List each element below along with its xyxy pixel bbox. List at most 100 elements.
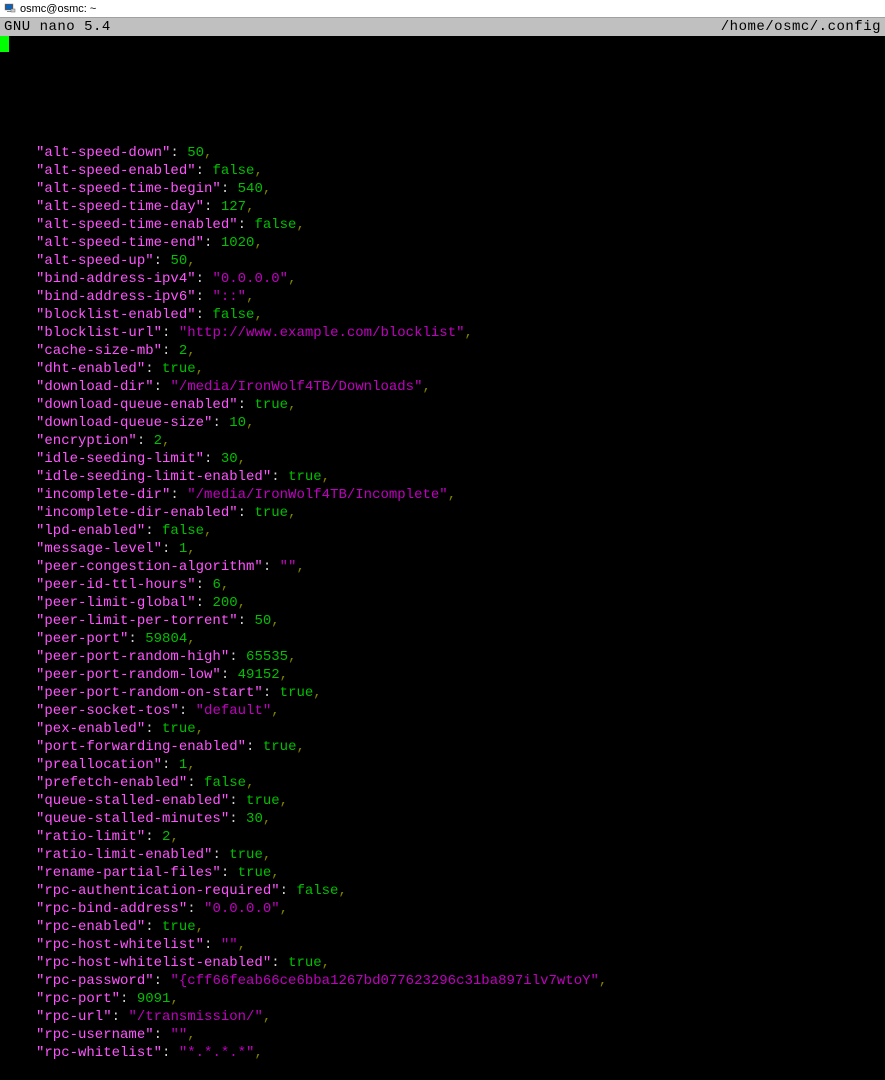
config-key: "ratio-limit" [36,829,145,845]
colon: : [238,613,255,629]
comma: , [254,163,262,179]
colon: : [120,991,137,1007]
config-value: true [254,397,288,413]
config-line: "rpc-host-whitelist-enabled": true, [0,954,885,972]
config-value: 50 [187,145,204,161]
colon: : [112,1009,129,1025]
colon: : [196,289,213,305]
config-line: "peer-port-random-low": 49152, [0,666,885,684]
comma: , [288,649,296,665]
config-value: true [162,721,196,737]
config-line: "alt-speed-time-day": 127, [0,198,885,216]
config-value: "http://www.example.com/blocklist" [179,325,465,341]
config-line: "alt-speed-time-enabled": false, [0,216,885,234]
colon: : [162,325,179,341]
comma: , [246,199,254,215]
config-key: "ratio-limit-enabled" [36,847,212,863]
colon: : [196,577,213,593]
comma: , [187,343,195,359]
comma: , [238,595,246,611]
config-line: "blocklist-enabled": false, [0,306,885,324]
blank-line [0,90,885,108]
comma: , [246,289,254,305]
config-key: "message-level" [36,541,162,557]
config-value: true [162,919,196,935]
config-value: true [246,793,280,809]
config-line: "rpc-authentication-required": false, [0,882,885,900]
config-line: "peer-limit-per-torrent": 50, [0,612,885,630]
config-key: "pex-enabled" [36,721,145,737]
colon: : [145,361,162,377]
comma: , [263,1009,271,1025]
config-line: "rpc-whitelist": "*.*.*.*", [0,1044,885,1062]
config-value: false [212,163,254,179]
colon: : [162,343,179,359]
config-key: "alt-speed-enabled" [36,163,196,179]
editor-status-bar: GNU nano 5.4 /home/osmc/.config [0,18,885,36]
config-key: "alt-speed-time-end" [36,235,204,251]
comma: , [204,523,212,539]
config-value: 1 [179,757,187,773]
colon: : [204,937,221,953]
comma: , [296,217,304,233]
config-value: "::" [212,289,246,305]
comma: , [246,775,254,791]
config-line: "cache-size-mb": 2, [0,342,885,360]
config-key: "download-dir" [36,379,154,395]
editor-filepath: /home/osmc/.config [721,18,881,36]
config-line: "message-level": 1, [0,540,885,558]
comma: , [288,505,296,521]
colon: : [280,883,297,899]
comma: , [196,919,204,935]
colon: : [170,487,187,503]
colon: : [271,955,288,971]
config-line: "peer-socket-tos": "default", [0,702,885,720]
config-value: true [263,739,297,755]
colon: : [196,271,213,287]
config-value: 6 [212,577,220,593]
colon: : [145,829,162,845]
comma: , [170,991,178,1007]
comma: , [271,703,279,719]
config-key: "peer-limit-global" [36,595,196,611]
config-line: "idle-seeding-limit-enabled": true, [0,468,885,486]
config-key: "peer-limit-per-torrent" [36,613,238,629]
comma: , [187,1027,195,1043]
config-key: "bind-address-ipv4" [36,271,196,287]
config-value: 2 [179,343,187,359]
config-value: "" [170,1027,187,1043]
comma: , [599,973,607,989]
config-key: "idle-seeding-limit-enabled" [36,469,271,485]
colon: : [162,757,179,773]
config-line: "blocklist-url": "http://www.example.com… [0,324,885,342]
colon: : [145,721,162,737]
config-value: false [204,775,246,791]
config-value: "0.0.0.0" [204,901,280,917]
config-key: "incomplete-dir" [36,487,170,503]
comma: , [322,955,330,971]
colon: : [162,1045,179,1061]
config-value: 540 [238,181,263,197]
comma: , [187,631,195,647]
config-key: "lpd-enabled" [36,523,145,539]
colon: : [145,523,162,539]
config-line: "peer-limit-global": 200, [0,594,885,612]
config-value: true [254,505,288,521]
config-line: "download-queue-enabled": true, [0,396,885,414]
terminal-content[interactable]: "alt-speed-down": 50,"alt-speed-enabled"… [0,36,885,1080]
config-key: "rpc-port" [36,991,120,1007]
config-key: "peer-port-random-low" [36,667,221,683]
config-value: 59804 [145,631,187,647]
comma: , [313,685,321,701]
config-key: "dht-enabled" [36,361,145,377]
comma: , [280,667,288,683]
config-value: "" [280,559,297,575]
comma: , [221,577,229,593]
config-key: "encryption" [36,433,137,449]
colon: : [204,451,221,467]
config-key: "rpc-whitelist" [36,1045,162,1061]
config-line: "rpc-username": "", [0,1026,885,1044]
comma: , [170,829,178,845]
comma: , [254,1045,262,1061]
colon: : [154,973,171,989]
